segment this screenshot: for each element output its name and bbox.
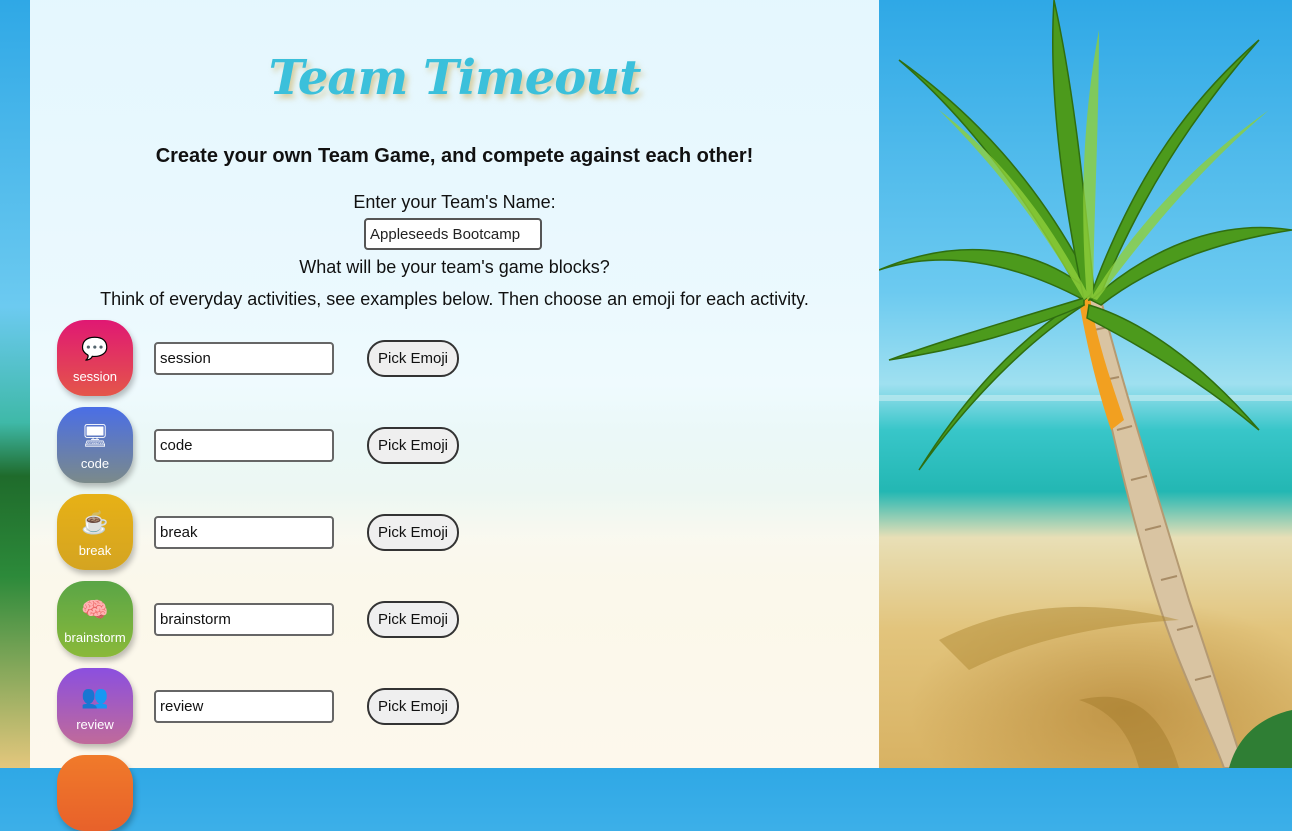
pick-emoji-button[interactable]: Pick Emoji: [367, 688, 459, 725]
pick-emoji-button[interactable]: Pick Emoji: [367, 514, 459, 551]
pick-emoji-button[interactable]: Pick Emoji: [367, 427, 459, 464]
team-name-label: Enter your Team's Name:: [353, 192, 556, 212]
activity-row: [57, 755, 477, 831]
game-blocks-question: What will be your team's game blocks?: [299, 257, 610, 277]
activity-row: 🧠 brainstorm Pick Emoji: [57, 581, 477, 657]
activity-name-input[interactable]: [154, 603, 334, 636]
activity-block-label: brainstorm: [64, 629, 126, 645]
main-panel: Team Timeout Create your own Team Game, …: [30, 0, 879, 831]
team-name-input[interactable]: [364, 218, 542, 250]
game-blocks-hint: Think of everyday activities, see exampl…: [100, 289, 809, 309]
activity-name-input[interactable]: [154, 342, 334, 375]
pick-emoji-button[interactable]: Pick Emoji: [367, 601, 459, 638]
activity-row: 💬 session Pick Emoji: [57, 320, 477, 396]
computer-icon: 🖥: [81, 422, 109, 448]
activity-block-code[interactable]: 🖥 code: [57, 407, 133, 483]
activity-block-session[interactable]: 💬 session: [57, 320, 133, 396]
activity-row: 🖥 code Pick Emoji: [57, 407, 477, 483]
activity-block-partial[interactable]: [57, 755, 133, 831]
activity-name-input[interactable]: [154, 516, 334, 549]
activity-row: 👥 review Pick Emoji: [57, 668, 477, 744]
activity-block-label: session: [72, 368, 118, 384]
activity-block-label: break: [78, 542, 112, 558]
app-logo-title: Team Timeout: [268, 50, 642, 106]
page-subtitle: Create your own Team Game, and compete a…: [155, 145, 754, 167]
coffee-icon: ☕: [81, 509, 109, 535]
brain-icon: 🧠: [81, 596, 109, 622]
pick-emoji-button[interactable]: Pick Emoji: [367, 340, 459, 377]
activity-block-label: review: [76, 716, 114, 732]
left-background-strip: [0, 0, 30, 768]
activity-name-input[interactable]: [154, 690, 334, 723]
activity-block-brainstorm[interactable]: 🧠 brainstorm: [57, 581, 133, 657]
activity-block-review[interactable]: 👥 review: [57, 668, 133, 744]
people-icon: 👥: [81, 683, 109, 709]
speech-bubble-icon: 💬: [81, 335, 109, 361]
palm-tree-illustration: [879, 0, 1292, 768]
activity-row: ☕ break Pick Emoji: [57, 494, 477, 570]
activity-block-break[interactable]: ☕ break: [57, 494, 133, 570]
activity-block-label: code: [80, 455, 110, 471]
activity-name-input[interactable]: [154, 429, 334, 462]
